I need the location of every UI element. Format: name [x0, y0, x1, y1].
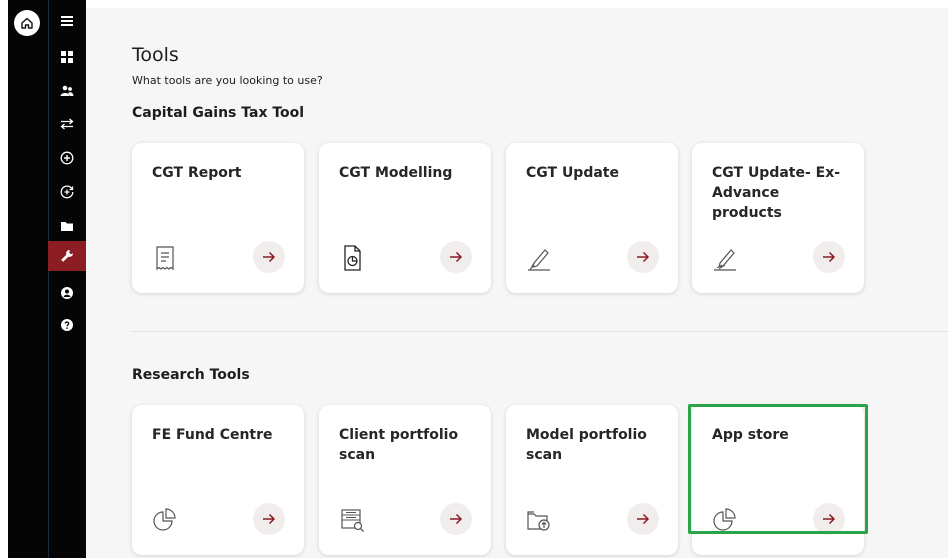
card-cgt-update[interactable]: CGT Update: [506, 143, 678, 293]
app-store-highlight-box: [688, 404, 868, 534]
sidebar: [8, 0, 86, 558]
card-cgt-update-ex-advance[interactable]: CGT Update- Ex-Advance products: [692, 143, 864, 293]
card-title: CGT Modelling: [339, 165, 453, 181]
card-title: Model portfolio scan: [526, 427, 647, 463]
menu-icon[interactable]: [48, 6, 86, 36]
help-icon[interactable]: [48, 310, 86, 340]
pie-chart-icon: [150, 505, 180, 535]
home-icon[interactable]: [14, 10, 40, 36]
arrow-right-icon[interactable]: [440, 503, 472, 535]
card-title: CGT Update- Ex-Advance products: [712, 165, 841, 221]
add-circle-icon[interactable]: [48, 143, 86, 173]
pen-edit-icon: [710, 243, 740, 273]
section-title-capital-gains: Capital Gains Tax Tool: [132, 105, 305, 121]
section-title-research-tools: Research Tools: [132, 367, 250, 383]
add-refresh-icon[interactable]: [48, 177, 86, 207]
section-divider: [132, 331, 948, 332]
arrow-right-icon[interactable]: [253, 241, 285, 273]
page-title: Tools: [132, 44, 179, 66]
list-search-icon: [337, 505, 367, 535]
wrench-icon[interactable]: [48, 241, 86, 271]
card-client-portfolio-scan[interactable]: Client portfolio scan: [319, 405, 491, 555]
arrow-right-icon[interactable]: [813, 241, 845, 273]
card-title: FE Fund Centre: [152, 427, 273, 443]
dashboard-icon[interactable]: [48, 42, 86, 72]
arrow-right-icon[interactable]: [253, 503, 285, 535]
card-title: Client portfolio scan: [339, 427, 459, 463]
arrow-right-icon[interactable]: [627, 503, 659, 535]
card-cgt-report[interactable]: CGT Report: [132, 143, 304, 293]
pen-edit-icon: [524, 243, 554, 273]
user-icon[interactable]: [48, 278, 86, 308]
card-title: CGT Update: [526, 165, 619, 181]
card-fe-fund-centre[interactable]: FE Fund Centre: [132, 405, 304, 555]
card-title: CGT Report: [152, 165, 242, 181]
card-model-portfolio-scan[interactable]: Model portfolio scan: [506, 405, 678, 555]
arrow-right-icon[interactable]: [440, 241, 472, 273]
folder-upload-icon: [524, 505, 554, 535]
receipt-icon: [150, 243, 180, 273]
card-cgt-modelling[interactable]: CGT Modelling: [319, 143, 491, 293]
page-subtitle: What tools are you looking to use?: [132, 74, 323, 87]
transfer-icon[interactable]: [48, 109, 86, 139]
folder-icon[interactable]: [48, 211, 86, 241]
arrow-right-icon[interactable]: [627, 241, 659, 273]
clients-icon[interactable]: [48, 76, 86, 106]
document-chart-icon: [337, 243, 367, 273]
